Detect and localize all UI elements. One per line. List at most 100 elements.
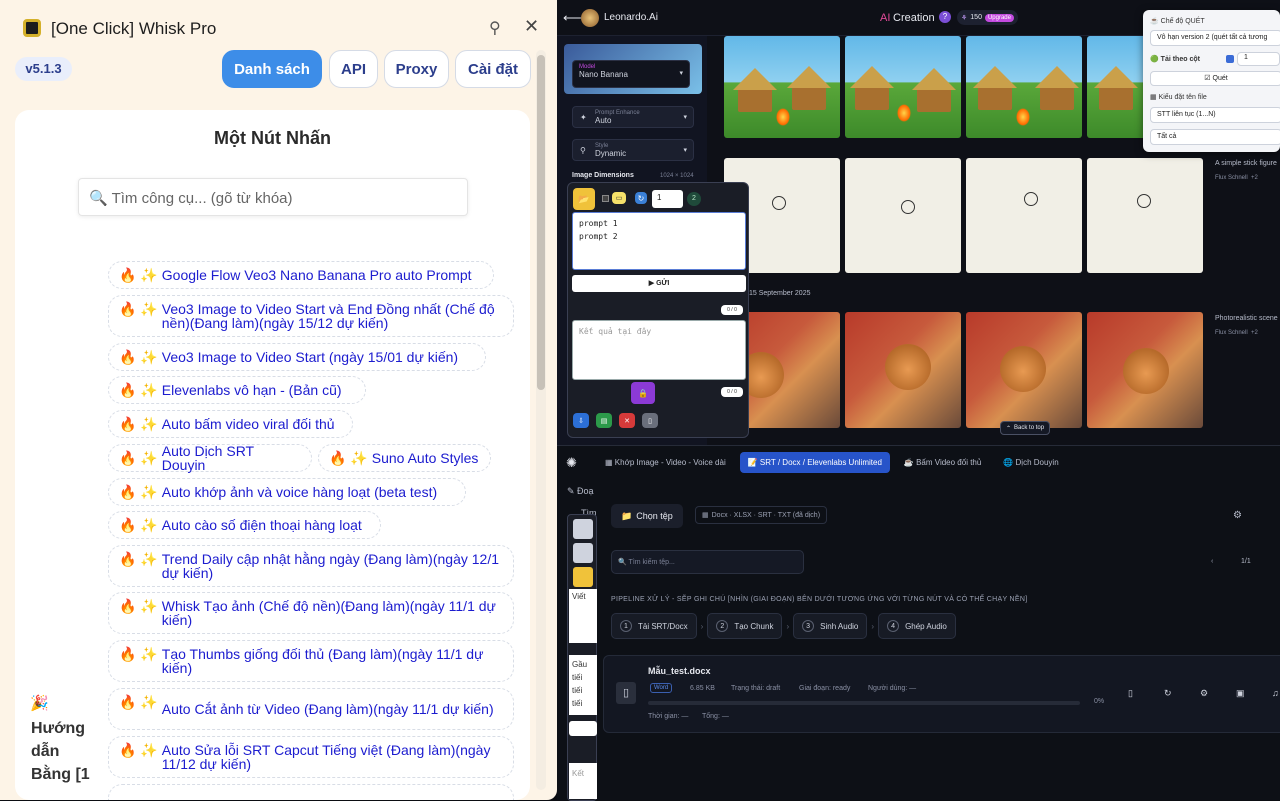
generated-image[interactable] (966, 158, 1082, 273)
document-icon[interactable] (573, 519, 593, 539)
generated-image[interactable] (1087, 36, 1147, 138)
guide-heading: Hướng dẫn Bằng [1 (31, 720, 90, 783)
tool-item[interactable]: 🔥 ✨ Elevenlabs vô hạn - (Bản cũ) (108, 376, 366, 404)
file-row[interactable]: ▯ Mẫu_test.docx Word 6.85 KB Trạng thái:… (603, 655, 1280, 733)
close-icon[interactable]: ✕ (524, 16, 539, 37)
download-column-input[interactable]: 1 (1237, 52, 1280, 66)
unpin-icon[interactable]: ⚲ (489, 18, 501, 38)
tool-item[interactable]: 🔥 ✨ Auto bấm video viral đối thủ (108, 410, 353, 438)
folder-icon[interactable] (573, 567, 593, 587)
sidebar-edit-item[interactable]: ✎ Đoạ (567, 486, 594, 497)
chevron-left-icon[interactable]: ‹ (1211, 558, 1213, 565)
scrollbar-track[interactable] (536, 50, 546, 790)
tool-item[interactable]: 🔥 ✨ Trend Daily cập nhật hằng ngày (Đang … (108, 545, 514, 587)
generated-image[interactable] (966, 36, 1082, 138)
eraser-icon[interactable]: ▭ (612, 192, 626, 204)
prompt-panel: 📂 ▭ ↻ 1 2 prompt 1 prompt 2 ▶ GỬI 0 / 0 … (567, 182, 749, 438)
generated-image[interactable] (845, 158, 961, 273)
nav-proxy[interactable]: Proxy (384, 50, 449, 88)
generated-image[interactable] (966, 312, 1082, 428)
scan-mode-select[interactable]: Vô hạn version 2 (quét tất cả tương (1150, 30, 1280, 46)
pagination: 1/1 (1241, 558, 1251, 565)
clapper-icon[interactable]: ▣ (1236, 688, 1245, 699)
stub-button[interactable] (569, 721, 597, 736)
tool-item[interactable]: 🔥 ✨ Auto Cắt ảnh từ Video (Đang làm)(ngày… (108, 688, 514, 730)
file-stage: Giai đoạn: ready (799, 685, 851, 692)
stub-textarea[interactable]: Gầu tiếi tiếi tiếi (569, 655, 597, 715)
step-audio[interactable]: 3 Sinh Audio (793, 613, 868, 639)
extension-window: [One Click] Whisk Pro ⚲ ✕ v5.1.3 Danh sá… (0, 0, 557, 800)
tool-item[interactable]: 🔥 ✨ Auto Sửa lỗi SRT Capcut Tiếng việt (Đ… (108, 736, 514, 778)
tool-item[interactable]: 🔥 ✨ Veo3 Image to Video Start và End Đồng… (108, 295, 514, 337)
tool-item[interactable]: 🔥 ✨ Suno Auto Styles (318, 444, 491, 472)
scope-select[interactable]: Tất cả (1150, 129, 1280, 145)
document-icon[interactable] (573, 543, 593, 563)
lock-icon: ⚲ (580, 146, 586, 155)
send-button[interactable]: ▶ GỬI (572, 275, 746, 292)
count-input[interactable]: 1 (652, 190, 683, 208)
progress-bar (648, 701, 1080, 705)
excel-icon[interactable]: ▤ (596, 413, 612, 428)
tool-item[interactable]: 🔥 ✨ Auto cào số điện thoại hàng loạt (108, 511, 381, 539)
style-select[interactable]: ⚲ Style Dynamic ▾ (572, 139, 694, 161)
tab-dich-douyin[interactable]: 🌐 Dịch Douyin (995, 452, 1066, 473)
scan-settings-popup: ☕ Chế độ QUÉT Vô hạn version 2 (quét tất… (1143, 10, 1280, 152)
checkbox[interactable] (602, 195, 609, 202)
trash-icon[interactable]: ✕ (619, 413, 635, 428)
tool-item[interactable]: 🔥 ✨ Veo3 Image to Video Start (ngày 15/01… (108, 343, 486, 371)
audio-icon[interactable]: ♫ (1272, 688, 1279, 698)
model-select[interactable]: Model Nano Banana ▾ (572, 60, 690, 88)
upgrade-button[interactable]: Upgrade (984, 13, 1014, 22)
prompt-enhance-select[interactable]: ✦ Prompt Enhance Auto ▾ (572, 106, 694, 128)
scan-button[interactable]: ☑ Quét (1150, 71, 1280, 86)
choose-file-button[interactable]: 📁 Chọn tệp (611, 504, 683, 528)
tab-khop-image[interactable]: ▦ Khớp Image - Video - Voice dài (597, 452, 734, 473)
gear-icon[interactable]: ⚙ (1200, 688, 1208, 699)
tool-item[interactable]: 🔥 ✨ Tạo Thumbs giống đối thủ (Đang làm)(n… (108, 640, 514, 682)
nav-list[interactable]: Danh sách (222, 50, 322, 88)
tool-item[interactable]: 🔥 ✨ Whisk Tạo ảnh (Chế độ nền)(Đang làm)(… (108, 592, 514, 634)
generated-image[interactable] (845, 312, 961, 428)
file-status: Trạng thái: draft (731, 685, 781, 692)
nav-api[interactable]: API (329, 50, 378, 88)
tool-item[interactable]: 🔥 ✨ Auto Dịch SRT Douyin (108, 444, 312, 472)
folder-icon[interactable]: 📂 (573, 188, 595, 210)
step-merge[interactable]: 4 Ghép Audio (878, 613, 956, 639)
generated-image[interactable] (845, 36, 961, 138)
refresh-icon[interactable]: ↻ (1164, 688, 1172, 699)
image-dimensions-label: Image Dimensions (572, 172, 634, 179)
token-icon: ⚘ (961, 14, 968, 22)
file-type-badge: Word (650, 683, 673, 693)
tool-item[interactable]: 🔥 ✨ Google Flow Veo3 Nano Banana Pro auto… (108, 261, 494, 289)
file-search-input[interactable]: 🔍 Tìm kiếm tệp... (611, 550, 804, 574)
file-naming-select[interactable]: STT liên tục (1...N) (1150, 107, 1280, 123)
tool-item-partial[interactable] (108, 784, 514, 800)
tab-bam-video[interactable]: ☕ Bấm Video đối thủ (896, 452, 989, 473)
gear-icon[interactable]: ⚙ (1233, 510, 1242, 521)
scrollbar-thumb[interactable] (537, 55, 545, 390)
lock-icon[interactable]: 🔒 (631, 382, 655, 404)
result-textarea[interactable]: Kết quả tại đây (572, 320, 746, 380)
generated-image[interactable] (1087, 158, 1203, 273)
prompt-textarea[interactable]: prompt 1 prompt 2 (572, 212, 746, 270)
tool-item[interactable]: 🔥 ✨ Auto khớp ảnh và voice hàng loạt (bet… (108, 478, 466, 506)
step-chunk[interactable]: 2 Tạo Chunk (707, 613, 783, 639)
document-icon[interactable]: ▯ (642, 413, 658, 428)
download-column-label: 🟢 Tải theo cột (1150, 56, 1200, 63)
stub-textarea[interactable]: Viết (569, 589, 597, 643)
tool-search-input[interactable]: 🔍 Tìm công cụ... (gõ từ khóa) (78, 178, 468, 216)
generated-image[interactable] (724, 36, 840, 138)
back-to-top-button[interactable]: ⌃ Back to top (1000, 421, 1051, 435)
stub-result[interactable]: Kết (569, 763, 597, 799)
step-upload[interactable]: 1 Tải SRT/Docx (611, 613, 697, 639)
file-format-hint: ▦ Docx · XLSX · SRT · TXT (đã dịch) (695, 506, 828, 524)
document-icon[interactable]: ▯ (1128, 688, 1133, 699)
download-icon[interactable]: ⇩ (573, 413, 589, 428)
help-icon[interactable]: ? (939, 11, 951, 23)
generated-image[interactable] (1087, 312, 1203, 428)
tab-srt-docx[interactable]: 📝 SRT / Docx / Elevenlabs Unlimited (739, 452, 890, 473)
nav-settings[interactable]: Cài đặt (455, 50, 531, 88)
window-title: [One Click] Whisk Pro (51, 19, 217, 38)
refresh-icon[interactable]: ↻ (635, 192, 647, 204)
back-arrow-icon[interactable]: ⟵ (563, 10, 582, 26)
